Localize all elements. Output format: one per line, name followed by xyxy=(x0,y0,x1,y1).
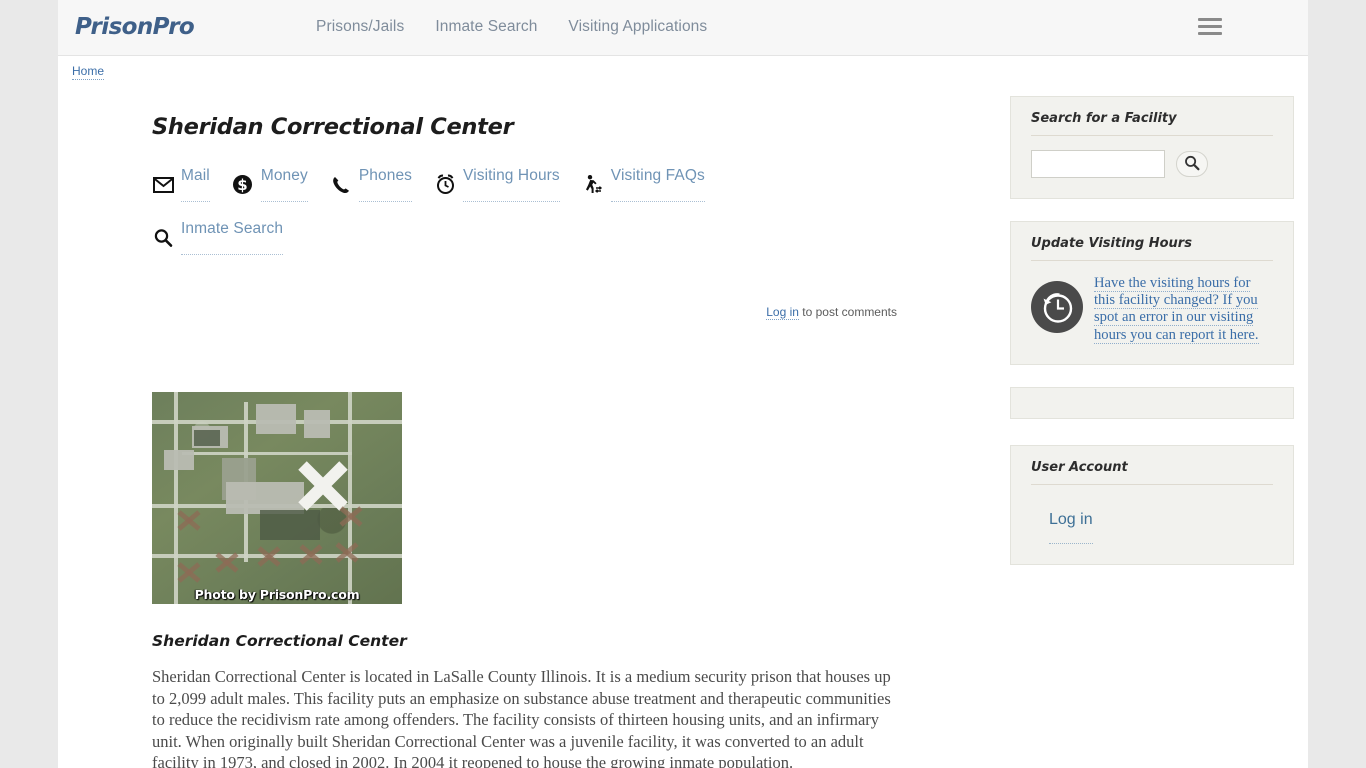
alarm-clock-icon xyxy=(434,174,456,196)
quick-link-label: Mail xyxy=(181,167,210,202)
sidebar: Search for a Facility Update Visiting Ho… xyxy=(1010,96,1294,587)
facility-search-row xyxy=(1031,150,1273,178)
page-container: PrisonPro Prisons/Jails Inmate Search Vi… xyxy=(58,0,1308,768)
quick-link-phones[interactable]: Phones xyxy=(330,167,413,202)
breadcrumb-item-home[interactable]: Home xyxy=(72,64,105,80)
sidebar-block-empty xyxy=(1010,386,1294,419)
facility-search-input[interactable] xyxy=(1031,150,1165,178)
sidebar-login-link[interactable]: Log in xyxy=(1049,511,1093,544)
breadcrumb: Home xyxy=(72,64,105,80)
photo-credit: Photo by PrisonPro.com xyxy=(194,587,360,602)
main-navigation: Prisons/Jails Inmate Search Visiting App… xyxy=(316,18,707,36)
site-logo[interactable]: PrisonPro xyxy=(75,14,195,40)
hamburger-bar xyxy=(1198,18,1222,21)
quick-link-label: Visiting FAQs xyxy=(610,167,705,202)
quick-link-money[interactable]: $ Money xyxy=(232,167,308,202)
phone-icon xyxy=(330,174,352,196)
quick-link-label: Money xyxy=(260,167,308,202)
magnifier-icon xyxy=(152,227,174,249)
sidebar-block-title: Search for a Facility xyxy=(1031,111,1273,136)
sidebar-block-update-visiting-hours: Update Visiting Hours Have the visiting … xyxy=(1010,221,1294,365)
quick-link-label: Visiting Hours xyxy=(463,167,560,202)
update-visiting-hours-link[interactable]: Have the visiting hours for this facilit… xyxy=(1094,275,1273,344)
page-root: PrisonPro Prisons/Jails Inmate Search Vi… xyxy=(0,0,1366,768)
magnifier-icon xyxy=(1184,155,1200,174)
comment-notice-rest: to post comments xyxy=(798,305,897,319)
facility-quick-links: Mail $ Money Phones Visiting Hours Visit… xyxy=(152,167,812,224)
main-content: Sheridan Correctional Center Mail $ Mone… xyxy=(152,96,912,768)
nav-item-prisons-jails[interactable]: Prisons/Jails xyxy=(316,18,404,36)
nav-item-inmate-search[interactable]: Inmate Search xyxy=(435,18,537,36)
hamburger-menu-icon[interactable] xyxy=(1198,18,1222,38)
page-title: Sheridan Correctional Center xyxy=(152,114,514,140)
nav-item-visiting-applications[interactable]: Visiting Applications xyxy=(568,18,707,36)
body-description: Sheridan Correctional Center is located … xyxy=(152,667,891,768)
facility-quick-links-row2: Inmate Search xyxy=(152,220,812,277)
site-header: PrisonPro Prisons/Jails Inmate Search Vi… xyxy=(58,0,1308,56)
svg-text:$: $ xyxy=(238,176,248,194)
update-visiting-hours-row: Have the visiting hours for this facilit… xyxy=(1031,275,1273,344)
walking-person-icon xyxy=(582,174,604,196)
clock-history-icon xyxy=(1031,281,1083,333)
update-visiting-hours-link-text: Have the visiting hours for this facilit… xyxy=(1094,275,1259,344)
quick-link-visiting-faqs[interactable]: Visiting FAQs xyxy=(582,167,705,202)
quick-link-mail[interactable]: Mail xyxy=(152,167,210,202)
login-link[interactable]: Log in xyxy=(766,305,799,320)
hamburger-bar xyxy=(1198,32,1222,35)
aerial-image xyxy=(152,392,402,604)
sidebar-block-search-facility: Search for a Facility xyxy=(1010,96,1294,199)
hamburger-bar xyxy=(1198,25,1222,28)
dollar-circle-icon: $ xyxy=(232,174,254,196)
facility-photo: Photo by PrisonPro.com xyxy=(152,392,402,604)
comment-login-notice: Log in to post comments xyxy=(152,305,912,320)
body-heading: Sheridan Correctional Center xyxy=(152,632,407,650)
sidebar-block-title: User Account xyxy=(1031,460,1273,485)
facility-search-button[interactable] xyxy=(1176,151,1208,177)
sidebar-block-user-account: User Account Log in xyxy=(1010,444,1294,565)
quick-link-inmate-search[interactable]: Inmate Search xyxy=(152,220,284,255)
envelope-icon xyxy=(152,174,174,196)
quick-link-visiting-hours[interactable]: Visiting Hours xyxy=(434,167,560,202)
quick-link-label: Inmate Search xyxy=(181,220,284,255)
quick-link-label: Phones xyxy=(358,167,413,202)
sidebar-block-title: Update Visiting Hours xyxy=(1031,236,1273,261)
